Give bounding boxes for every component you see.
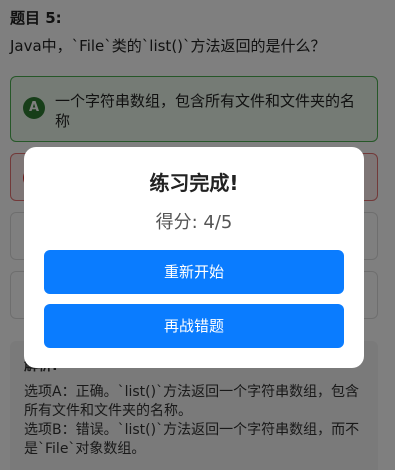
dialog-title: 练习完成! [149, 171, 239, 195]
restart-button[interactable]: 重新开始 [44, 250, 344, 294]
completion-dialog: 练习完成! 得分: 4/5 重新开始 再战错题 [24, 147, 364, 368]
retry-wrong-button[interactable]: 再战错题 [44, 304, 344, 348]
score-text: 得分: 4/5 [155, 212, 233, 233]
